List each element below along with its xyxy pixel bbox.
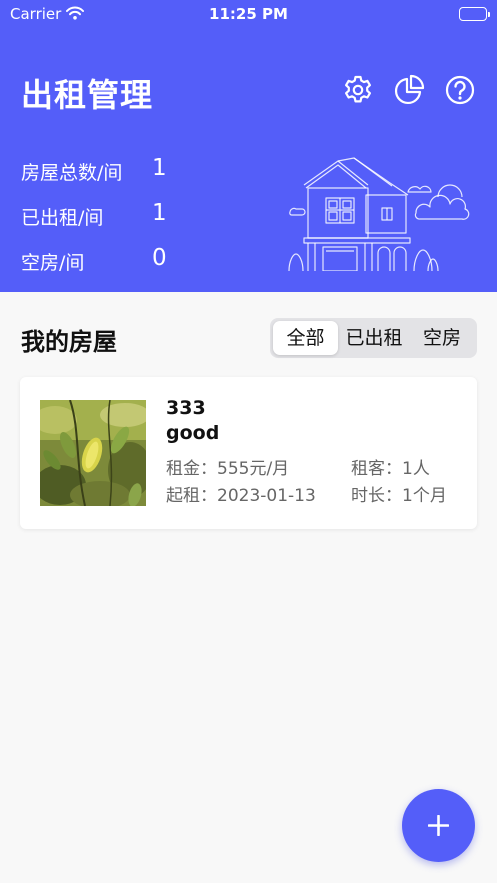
house-illustration: [286, 155, 472, 272]
rent-value: 555元/月: [217, 459, 290, 479]
start-date-value: 2023-01-13: [217, 486, 316, 506]
clock-label: 11:25 PM: [209, 5, 288, 23]
section-title: 我的房屋: [21, 328, 117, 356]
duration-label: 时长：: [351, 486, 402, 506]
stat-vacant-label: 空房/间: [21, 252, 85, 274]
duration-value: 1个月: [402, 486, 447, 506]
filter-segmented-control: 全部 已出租 空房: [270, 318, 477, 358]
house-card[interactable]: 333 good 租金：555元/月 租客：1人 起租：2023-01-13 时…: [20, 377, 477, 529]
house-description: good: [166, 422, 220, 444]
rent-field: 租金：555元/月: [166, 454, 289, 479]
tenants-value: 1人: [402, 459, 430, 479]
tenants-field: 租客：1人: [351, 454, 430, 479]
start-date-field: 起租：2023-01-13: [166, 481, 316, 506]
add-house-button[interactable]: [402, 789, 475, 862]
tab-all[interactable]: 全部: [273, 321, 338, 355]
stat-total-label: 房屋总数/间: [21, 162, 123, 184]
battery-icon: [459, 7, 490, 21]
help-icon[interactable]: [444, 74, 476, 106]
header-banner: Carrier 11:25 PM 出租管理 房屋总数/间 1 已出租/间 1 空…: [0, 0, 497, 292]
duration-field: 时长：1个月: [351, 481, 447, 506]
stat-rented-label: 已出租/间: [21, 207, 104, 229]
page-title: 出租管理: [21, 76, 154, 114]
stat-rented-value: 1: [152, 200, 167, 226]
house-photo: [40, 400, 146, 506]
stat-total-value: 1: [152, 155, 167, 181]
start-date-label: 起租：: [166, 486, 217, 506]
tenants-label: 租客：: [351, 459, 402, 479]
tab-rented[interactable]: 已出租: [339, 321, 409, 355]
status-bar: Carrier 11:25 PM: [0, 0, 497, 30]
tab-vacant[interactable]: 空房: [410, 321, 474, 355]
house-name: 333: [166, 397, 206, 419]
pie-chart-icon[interactable]: [393, 74, 425, 106]
stat-vacant-value: 0: [152, 245, 167, 271]
gear-icon[interactable]: [342, 74, 374, 106]
rent-label: 租金：: [166, 459, 217, 479]
plus-icon: [428, 815, 449, 836]
